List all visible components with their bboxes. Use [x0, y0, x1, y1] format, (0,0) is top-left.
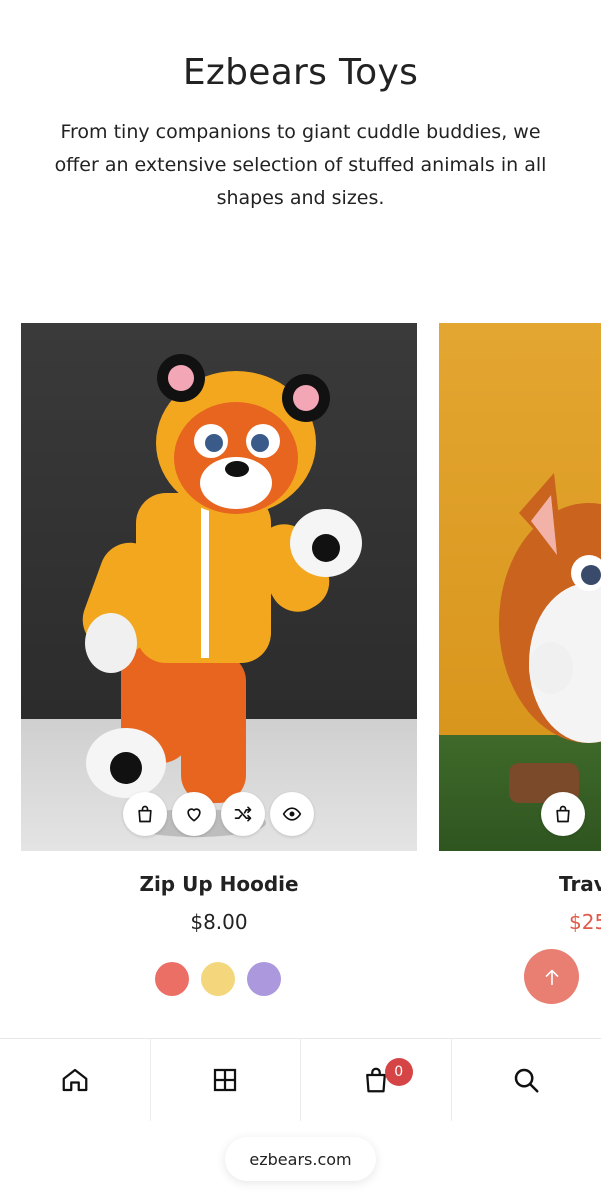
bottom-nav: 0 [0, 1038, 601, 1121]
nav-cart[interactable]: 0 [301, 1039, 452, 1121]
product-actions [541, 792, 585, 836]
browser-url-bar[interactable]: ezbears.com [225, 1137, 376, 1181]
bag-icon [138, 805, 152, 823]
swatch-yellow[interactable] [201, 962, 235, 996]
page-title: Ezbears Toys [182, 52, 419, 93]
nav-shop[interactable] [151, 1039, 301, 1121]
compare-button[interactable] [221, 792, 265, 836]
add-to-cart-button[interactable] [541, 792, 585, 836]
product-name[interactable]: Trav [559, 872, 601, 896]
swatch-purple[interactable] [247, 962, 281, 996]
home-icon [62, 1068, 88, 1092]
grid-icon [214, 1068, 237, 1092]
add-to-cart-button[interactable] [123, 792, 167, 836]
nav-home[interactable] [0, 1039, 151, 1121]
quick-view-button[interactable] [270, 792, 314, 836]
color-swatches [155, 962, 281, 996]
back-to-top-button[interactable] [524, 949, 579, 1004]
fox-plush-image [499, 473, 601, 803]
product-actions [123, 792, 314, 836]
product-price: $25 [569, 910, 601, 934]
page-subtitle: From tiny companions to giant cuddle bud… [54, 121, 547, 209]
swatch-red[interactable] [155, 962, 189, 996]
eye-icon [282, 807, 302, 821]
cart-count-badge: 0 [384, 1058, 413, 1086]
product-name[interactable]: Zip Up Hoodie [21, 872, 417, 896]
product-price: $8.00 [190, 910, 248, 934]
product-image-tiger[interactable] [21, 323, 417, 851]
nav-search[interactable] [452, 1039, 601, 1121]
shuffle-icon [234, 806, 252, 822]
arrow-up-icon [545, 969, 558, 985]
bag-icon [556, 805, 570, 823]
wishlist-button[interactable] [172, 792, 216, 836]
heart-icon [187, 808, 201, 822]
search-icon [515, 1068, 539, 1093]
product-image-fox[interactable] [439, 323, 601, 851]
tiger-plush-image [82, 354, 362, 837]
